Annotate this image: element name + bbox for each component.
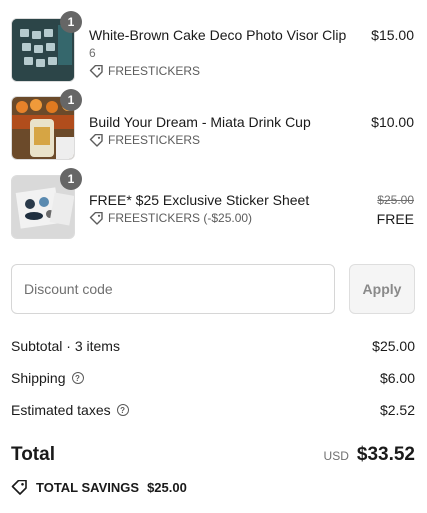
quantity-badge: 1	[60, 89, 82, 111]
item-price: FREE	[376, 211, 414, 227]
product-variant: 6	[89, 46, 96, 60]
tag-icon	[89, 211, 103, 225]
discount-code-label: FREESTICKERS	[108, 64, 201, 78]
quantity-badge: 1	[60, 168, 82, 190]
taxes-row: Estimated taxes ? $2.52	[11, 402, 415, 418]
total-row: Total USD $33.52	[11, 444, 415, 466]
quantity-badge: 1	[60, 11, 82, 33]
product-title: Build Your Dream - Miata Drink Cup	[89, 114, 311, 130]
product-title: White-Brown Cake Deco Photo Visor Clip	[89, 27, 347, 43]
currency-code: USD	[323, 449, 349, 463]
savings-value: $25.00	[147, 480, 187, 495]
applied-discount: FREESTICKERS (-$25.00)	[89, 211, 252, 225]
subtotal-label: Subtotal · 3 items	[11, 338, 120, 354]
subtotal-row: Subtotal · 3 items $25.00	[11, 338, 415, 354]
tag-icon	[89, 64, 103, 78]
total-label: Total	[11, 444, 55, 465]
discount-code-label: FREESTICKERS	[108, 133, 201, 147]
question-circle-icon[interactable]: ?	[71, 372, 84, 384]
discount-code-label: FREESTICKERS (-$25.00)	[108, 211, 253, 225]
item-price: $10.00	[371, 114, 414, 130]
applied-discount: FREESTICKERS	[89, 64, 200, 78]
tag-icon	[11, 480, 27, 495]
shipping-row: Shipping ? $6.00	[11, 370, 415, 386]
taxes-value: $2.52	[379, 402, 415, 418]
item-price: $15.00	[371, 27, 414, 43]
apply-discount-button[interactable]: Apply	[349, 264, 415, 314]
product-title: FREE* $25 Exclusive Sticker Sheet	[89, 192, 310, 208]
taxes-label: Estimated taxes	[11, 402, 111, 418]
total-amount: $33.52	[356, 444, 415, 465]
discount-code-input[interactable]	[11, 264, 335, 314]
applied-discount: FREESTICKERS	[89, 133, 200, 147]
shipping-value: $6.00	[379, 370, 415, 386]
shipping-label: Shipping	[11, 370, 66, 386]
tag-icon	[89, 133, 103, 147]
total-savings: TOTAL SAVINGS $25.00	[11, 480, 187, 495]
question-circle-icon[interactable]: ?	[116, 404, 129, 416]
subtotal-value: $25.00	[372, 338, 415, 354]
original-price: $25.00	[377, 193, 414, 207]
order-summary: 1 White-Brown Cake Deco Photo Visor Clip…	[0, 0, 427, 513]
savings-label: TOTAL SAVINGS	[36, 480, 140, 495]
